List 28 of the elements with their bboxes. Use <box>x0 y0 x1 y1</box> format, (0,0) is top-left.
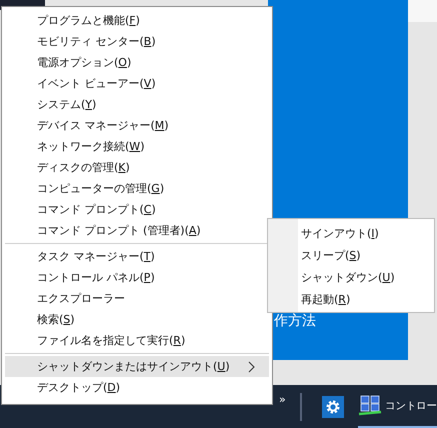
menu-item[interactable]: エクスプローラー <box>5 288 269 309</box>
menu-item[interactable]: イベント ビューアー(V) <box>5 73 269 94</box>
menu-item[interactable]: シャットダウンまたはサインアウト(U) <box>5 356 269 377</box>
menu-item[interactable]: 再起動(R) <box>268 288 434 310</box>
overflow-button[interactable]: » <box>279 393 286 406</box>
menu-item[interactable]: デバイス マネージャー(M) <box>5 115 269 136</box>
menu-item[interactable]: ディスクの管理(K) <box>5 157 269 178</box>
menu-item[interactable]: タスク マネージャー(T) <box>5 246 269 267</box>
menu-item[interactable]: システム(Y) <box>5 94 269 115</box>
menu-item[interactable]: ネットワーク接続(W) <box>5 136 269 157</box>
menu-item[interactable]: コマンド プロンプト(C) <box>5 199 269 220</box>
menu-item[interactable]: シャットダウン(U) <box>268 266 434 288</box>
control-panel-icon <box>358 394 382 416</box>
menu-item[interactable]: ファイル名を指定して実行(R) <box>5 330 269 351</box>
tile-text: 作方法 <box>274 312 316 330</box>
menu-item[interactable]: コマンド プロンプト (管理者)(A) <box>5 220 269 241</box>
menu-item[interactable]: モビリティ センター(B) <box>5 31 269 52</box>
menu-item[interactable]: プログラムと機能(F) <box>5 10 269 31</box>
taskbar-app-button[interactable]: コントロー <box>358 385 437 428</box>
menu-item[interactable]: サインアウト(I) <box>268 222 434 244</box>
window-background <box>408 0 437 22</box>
menu-item[interactable]: スリープ(S) <box>268 244 434 266</box>
menu-item[interactable]: デスクトップ(D) <box>5 377 269 398</box>
settings-icon[interactable] <box>322 396 344 418</box>
menu-item[interactable]: 電源オプション(O) <box>5 52 269 73</box>
menu-item[interactable]: コントロール パネル(P) <box>5 267 269 288</box>
menu-item[interactable]: 検索(S) <box>5 309 269 330</box>
menu-item[interactable]: コンピューターの管理(G) <box>5 178 269 199</box>
